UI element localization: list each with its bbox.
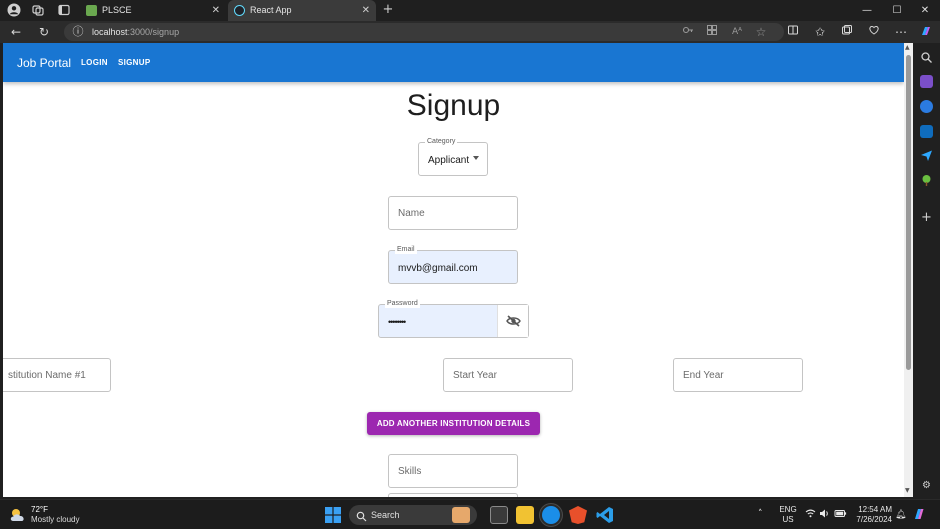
weather-desc[interactable]: Mostly cloudy: [31, 515, 79, 525]
sidebar-tools-icon[interactable]: [920, 75, 933, 88]
browser-tab-strip: PLSCE ✕ React App ✕ + — ☐ ✕: [0, 0, 940, 21]
workspaces-icon[interactable]: [30, 3, 46, 17]
signup-nav-button[interactable]: SIGNUP: [118, 57, 150, 69]
email-label: Email: [395, 245, 417, 254]
skills-placeholder: Skills: [398, 466, 422, 477]
start-year-placeholder: Start Year: [453, 370, 497, 381]
close-tab-icon[interactable]: ✕: [362, 0, 370, 21]
tray-expand-icon[interactable]: ˄: [758, 509, 763, 519]
next-field-partial[interactable]: [388, 493, 518, 497]
sidebar-tree-icon[interactable]: [920, 174, 933, 187]
institution-name-field[interactable]: stitution Name #1: [3, 358, 111, 392]
institution-placeholder: stitution Name #1: [8, 370, 86, 381]
tab-label: React App: [250, 5, 292, 15]
sidebar-settings-icon[interactable]: ⚙: [920, 479, 933, 492]
file-explorer-icon[interactable]: [516, 506, 534, 524]
search-highlight-icon: [452, 507, 470, 523]
edge-browser-icon[interactable]: [542, 506, 560, 524]
language-indicator[interactable]: ENG US: [778, 505, 798, 525]
category-label: Category: [425, 137, 458, 146]
browser-essentials-icon[interactable]: [866, 24, 882, 40]
vscode-icon[interactable]: [596, 506, 614, 524]
email-field[interactable]: Email mvvb@gmail.com: [388, 245, 518, 284]
page-scrollbar[interactable]: ▲ ▼: [904, 43, 913, 497]
sidebar-add-icon[interactable]: +: [920, 211, 933, 224]
password-value: ••••••••: [388, 317, 406, 327]
scroll-down-icon[interactable]: ▼: [905, 487, 910, 494]
favorites-icon[interactable]: ✩: [812, 24, 828, 40]
back-icon[interactable]: ←: [8, 24, 24, 40]
end-year-placeholder: End Year: [683, 370, 724, 381]
app-navbar: Job Portal LOGIN SIGNUP: [3, 43, 904, 82]
url-text: localhost:3000/signup: [92, 27, 180, 37]
react-favicon-icon: [234, 5, 245, 16]
name-field[interactable]: Name: [388, 196, 518, 230]
start-year-field[interactable]: Start Year: [443, 358, 573, 392]
weather-icon[interactable]: [9, 507, 27, 528]
login-nav-button[interactable]: LOGIN: [81, 57, 108, 69]
key-icon[interactable]: [680, 24, 696, 40]
site-info-icon[interactable]: ⓘ: [70, 24, 86, 40]
minimize-icon[interactable]: —: [852, 0, 882, 21]
close-tab-icon[interactable]: ✕: [212, 0, 220, 21]
apps-icon[interactable]: [704, 24, 720, 40]
tab-label: PLSCE: [102, 5, 132, 15]
email-value: mvvb@gmail.com: [398, 263, 478, 274]
brave-browser-icon[interactable]: [569, 506, 587, 524]
password-field[interactable]: Password ••••••••: [378, 299, 529, 338]
end-year-field[interactable]: End Year: [673, 358, 803, 392]
page-title: Signup: [406, 89, 501, 122]
tab-react-app[interactable]: React App ✕: [228, 0, 376, 21]
close-window-icon[interactable]: ✕: [910, 0, 940, 21]
clock[interactable]: 12:54 AM 7/26/2024: [852, 505, 892, 525]
copilot-icon[interactable]: [918, 24, 934, 40]
plsce-favicon-icon: [86, 5, 97, 16]
search-label: Search: [371, 510, 400, 520]
start-menu-icon[interactable]: [325, 507, 341, 528]
toggle-password-visibility[interactable]: [497, 305, 528, 337]
category-select[interactable]: Category Applicant: [418, 137, 488, 176]
windows-taskbar: 72°F Mostly cloudy Search ˄ ENG US 12:54…: [0, 499, 940, 529]
visibility-off-icon: [506, 315, 521, 327]
clock-date: 7/26/2024: [856, 515, 892, 524]
refresh-icon[interactable]: ↻: [36, 24, 52, 40]
battery-icon[interactable]: [834, 508, 847, 522]
notification-bell-icon[interactable]: 🔔︎: [895, 509, 906, 519]
brand-title[interactable]: Job Portal: [17, 55, 71, 71]
add-institution-button[interactable]: ADD ANOTHER INSTITUTION DETAILS: [367, 412, 540, 435]
password-label: Password: [385, 299, 420, 308]
favorite-star-icon[interactable]: ☆: [753, 24, 769, 40]
search-icon: [356, 509, 367, 527]
scroll-thumb[interactable]: [906, 55, 911, 370]
collections-icon[interactable]: [839, 24, 855, 40]
tab-plsce[interactable]: PLSCE ✕: [80, 0, 226, 21]
weather-temp[interactable]: 72°F: [31, 505, 48, 515]
more-menu-icon[interactable]: ⋯: [893, 24, 909, 40]
edge-sidebar: + ⚙: [913, 43, 940, 497]
sidebar-send-icon[interactable]: [920, 149, 933, 162]
scroll-up-icon[interactable]: ▲: [905, 44, 910, 51]
task-view-icon[interactable]: [490, 506, 508, 524]
wifi-icon[interactable]: [805, 508, 816, 522]
category-value: Applicant: [428, 155, 470, 166]
page-viewport: Job Portal LOGIN SIGNUP Signup Category …: [3, 43, 904, 497]
dropdown-caret-icon: [473, 156, 479, 160]
sidebar-search-icon[interactable]: [920, 51, 933, 64]
split-screen-icon[interactable]: [785, 24, 801, 40]
name-placeholder: Name: [398, 208, 425, 219]
copilot-taskbar-icon[interactable]: [912, 507, 926, 524]
read-aloud-icon[interactable]: A͏ᴬ: [729, 24, 745, 40]
maximize-icon[interactable]: ☐: [882, 0, 912, 21]
sidebar-outlook-icon[interactable]: [920, 125, 933, 138]
clock-time: 12:54 AM: [858, 505, 892, 514]
new-tab-icon[interactable]: +: [380, 3, 396, 17]
tab-actions-icon[interactable]: [56, 3, 72, 17]
address-bar: ← ↻ ⓘ localhost:3000/signup A͏ᴬ ☆ ✩ ⋯: [0, 21, 940, 43]
profile-icon[interactable]: [6, 3, 22, 17]
volume-icon[interactable]: [819, 508, 830, 522]
sidebar-office-icon[interactable]: [920, 100, 933, 113]
skills-field[interactable]: Skills: [388, 454, 518, 488]
